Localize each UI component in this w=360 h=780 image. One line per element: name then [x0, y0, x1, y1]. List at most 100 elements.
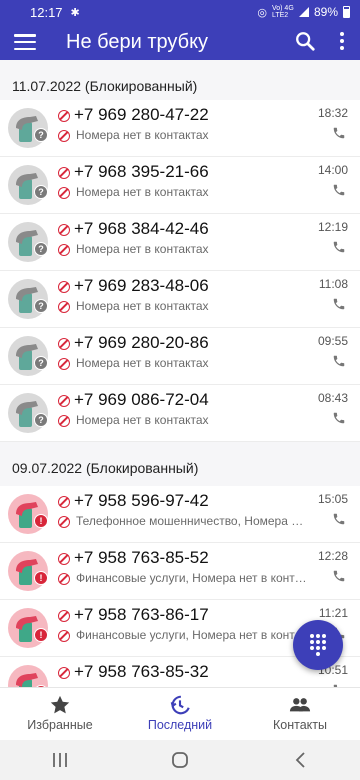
- phone-icon[interactable]: [332, 512, 346, 526]
- phone-icon[interactable]: [332, 240, 346, 254]
- unknown-icon: ?: [34, 299, 48, 313]
- call-log-item[interactable]: ! +7 958 596-97-42 Телефонное мошенничеств…: [0, 486, 360, 543]
- blocked-icon: [58, 224, 70, 236]
- call-description: Номера нет в контактах: [76, 128, 209, 142]
- phone-number: +7 958 763-85-32: [74, 662, 209, 681]
- app-bar: Не бери трубку: [0, 24, 360, 60]
- blocked-icon: [58, 630, 70, 642]
- phone-icon[interactable]: [332, 354, 346, 368]
- phone-icon[interactable]: [332, 297, 346, 311]
- warning-icon: !: [34, 628, 48, 642]
- contacts-icon: [289, 698, 311, 712]
- phone-number: +7 958 763-86-17: [74, 605, 209, 624]
- tab-recent[interactable]: Последний: [120, 688, 240, 740]
- call-time: 12:19: [317, 220, 348, 234]
- dialpad-icon: [310, 634, 326, 656]
- tab-favorites[interactable]: Избранные: [0, 688, 120, 740]
- phone-number: +7 968 395-21-66: [74, 162, 209, 181]
- tab-label: Контакты: [273, 718, 327, 732]
- phone-number: +7 969 280-20-86: [74, 333, 209, 352]
- blocked-icon: [58, 167, 70, 179]
- call-log-list[interactable]: 11.07.2022 (Блокированный)? +7 969 280-47…: [0, 60, 360, 687]
- tab-label: Избранные: [27, 718, 93, 732]
- call-log-item[interactable]: ! +7 958 763-85-52 Финансовые услуги, Номе…: [0, 543, 360, 600]
- call-time: 11:08: [318, 277, 348, 291]
- call-log-item[interactable]: ? +7 969 280-47-22 Номера нет в контактах 1…: [0, 100, 360, 157]
- warning-icon: !: [34, 571, 48, 585]
- blocked-icon: [58, 496, 70, 508]
- call-description: Финансовые услуги, Номера нет в конта...: [76, 571, 308, 585]
- call-log-item[interactable]: ? +7 969 280-20-86 Номера нет в контактах 0…: [0, 328, 360, 385]
- recent-apps-icon: [53, 753, 67, 767]
- call-description: Номера нет в контактах: [76, 242, 209, 256]
- more-options-icon[interactable]: [340, 32, 344, 50]
- signal-icon: [298, 7, 309, 17]
- call-time: 15:05: [317, 492, 348, 506]
- blocked-icon: [58, 667, 70, 679]
- blocked-icon: [58, 610, 70, 622]
- phone-icon[interactable]: [332, 569, 346, 583]
- blocked-icon: [58, 516, 70, 528]
- battery-level: 89%: [313, 5, 338, 19]
- star-icon: [50, 695, 70, 714]
- recent-apps-button[interactable]: [40, 745, 80, 775]
- section-header: 09.07.2022 (Блокированный): [0, 442, 360, 486]
- back-button[interactable]: [280, 745, 320, 775]
- call-log-item[interactable]: ? +7 969 086-72-04 Номера нет в контактах 0…: [0, 385, 360, 442]
- phone-number: +7 969 280-47-22: [74, 105, 209, 124]
- app-title: Не бери трубку: [66, 30, 209, 53]
- call-time: 08:43: [317, 391, 348, 405]
- blocked-icon: [58, 187, 70, 199]
- phone-number: +7 969 086-72-04: [74, 390, 209, 409]
- battery-icon: [343, 6, 350, 18]
- call-time: 12:28: [317, 549, 348, 563]
- blocked-icon: [58, 553, 70, 565]
- call-time: 18:32: [317, 106, 348, 120]
- home-button[interactable]: [160, 745, 200, 775]
- phone-number: +7 968 384-42-46: [74, 219, 209, 238]
- blocked-icon: [58, 573, 70, 585]
- call-description: Номера нет в контактах: [76, 413, 209, 427]
- status-bar: 12:17 ✱ ◎ Vo) 4G LTE2 89%: [0, 0, 360, 24]
- bottom-navigation: Избранные Последний Контакты: [0, 687, 360, 740]
- network-label: Vo) 4G LTE2: [271, 5, 294, 19]
- search-icon[interactable]: [294, 30, 316, 52]
- phone-icon[interactable]: [332, 411, 346, 425]
- blocked-icon: [58, 281, 70, 293]
- phone-number: +7 958 596-97-42: [74, 491, 209, 510]
- blocked-icon: [58, 395, 70, 407]
- blocked-icon: [58, 244, 70, 256]
- call-description: Номера нет в контактах: [76, 356, 209, 370]
- unknown-icon: ?: [34, 185, 48, 199]
- call-time: 11:21: [318, 606, 348, 620]
- blocked-icon: [58, 358, 70, 370]
- call-log-item[interactable]: ? +7 969 283-48-06 Номера нет в контактах 1…: [0, 271, 360, 328]
- dialpad-button[interactable]: [293, 620, 343, 670]
- warning-icon: !: [34, 514, 48, 528]
- call-description: Номера нет в контактах: [76, 299, 209, 313]
- call-description: Финансовые услуги, Номера нет в конта...: [76, 628, 308, 642]
- call-log-item[interactable]: ? +7 968 395-21-66 Номера нет в контактах 1…: [0, 157, 360, 214]
- hotspot-icon: ◎: [257, 6, 267, 19]
- menu-icon[interactable]: [14, 34, 36, 50]
- caller-avatar[interactable]: [8, 665, 48, 687]
- blocked-icon: [58, 415, 70, 427]
- phone-icon[interactable]: [332, 126, 346, 140]
- call-time: 09:55: [317, 334, 348, 348]
- blocked-icon: [58, 130, 70, 142]
- call-description: Телефонное мошенничество, Номера нет...: [76, 514, 308, 528]
- section-header: 11.07.2022 (Блокированный): [0, 60, 360, 100]
- back-icon: [295, 752, 305, 768]
- phone-icon[interactable]: [332, 183, 346, 197]
- phone-number: +7 958 763-85-52: [74, 548, 209, 567]
- call-description: Номера нет в контактах: [76, 185, 209, 199]
- status-time: 12:17: [30, 4, 63, 20]
- home-icon: [172, 752, 188, 768]
- blocked-icon: [58, 110, 70, 122]
- call-log-item[interactable]: ? +7 968 384-42-46 Номера нет в контактах 1…: [0, 214, 360, 271]
- unknown-icon: ?: [34, 356, 48, 370]
- unknown-icon: ?: [34, 128, 48, 142]
- blocked-icon: [58, 338, 70, 350]
- unknown-icon: ?: [34, 242, 48, 256]
- tab-contacts[interactable]: Контакты: [240, 688, 360, 740]
